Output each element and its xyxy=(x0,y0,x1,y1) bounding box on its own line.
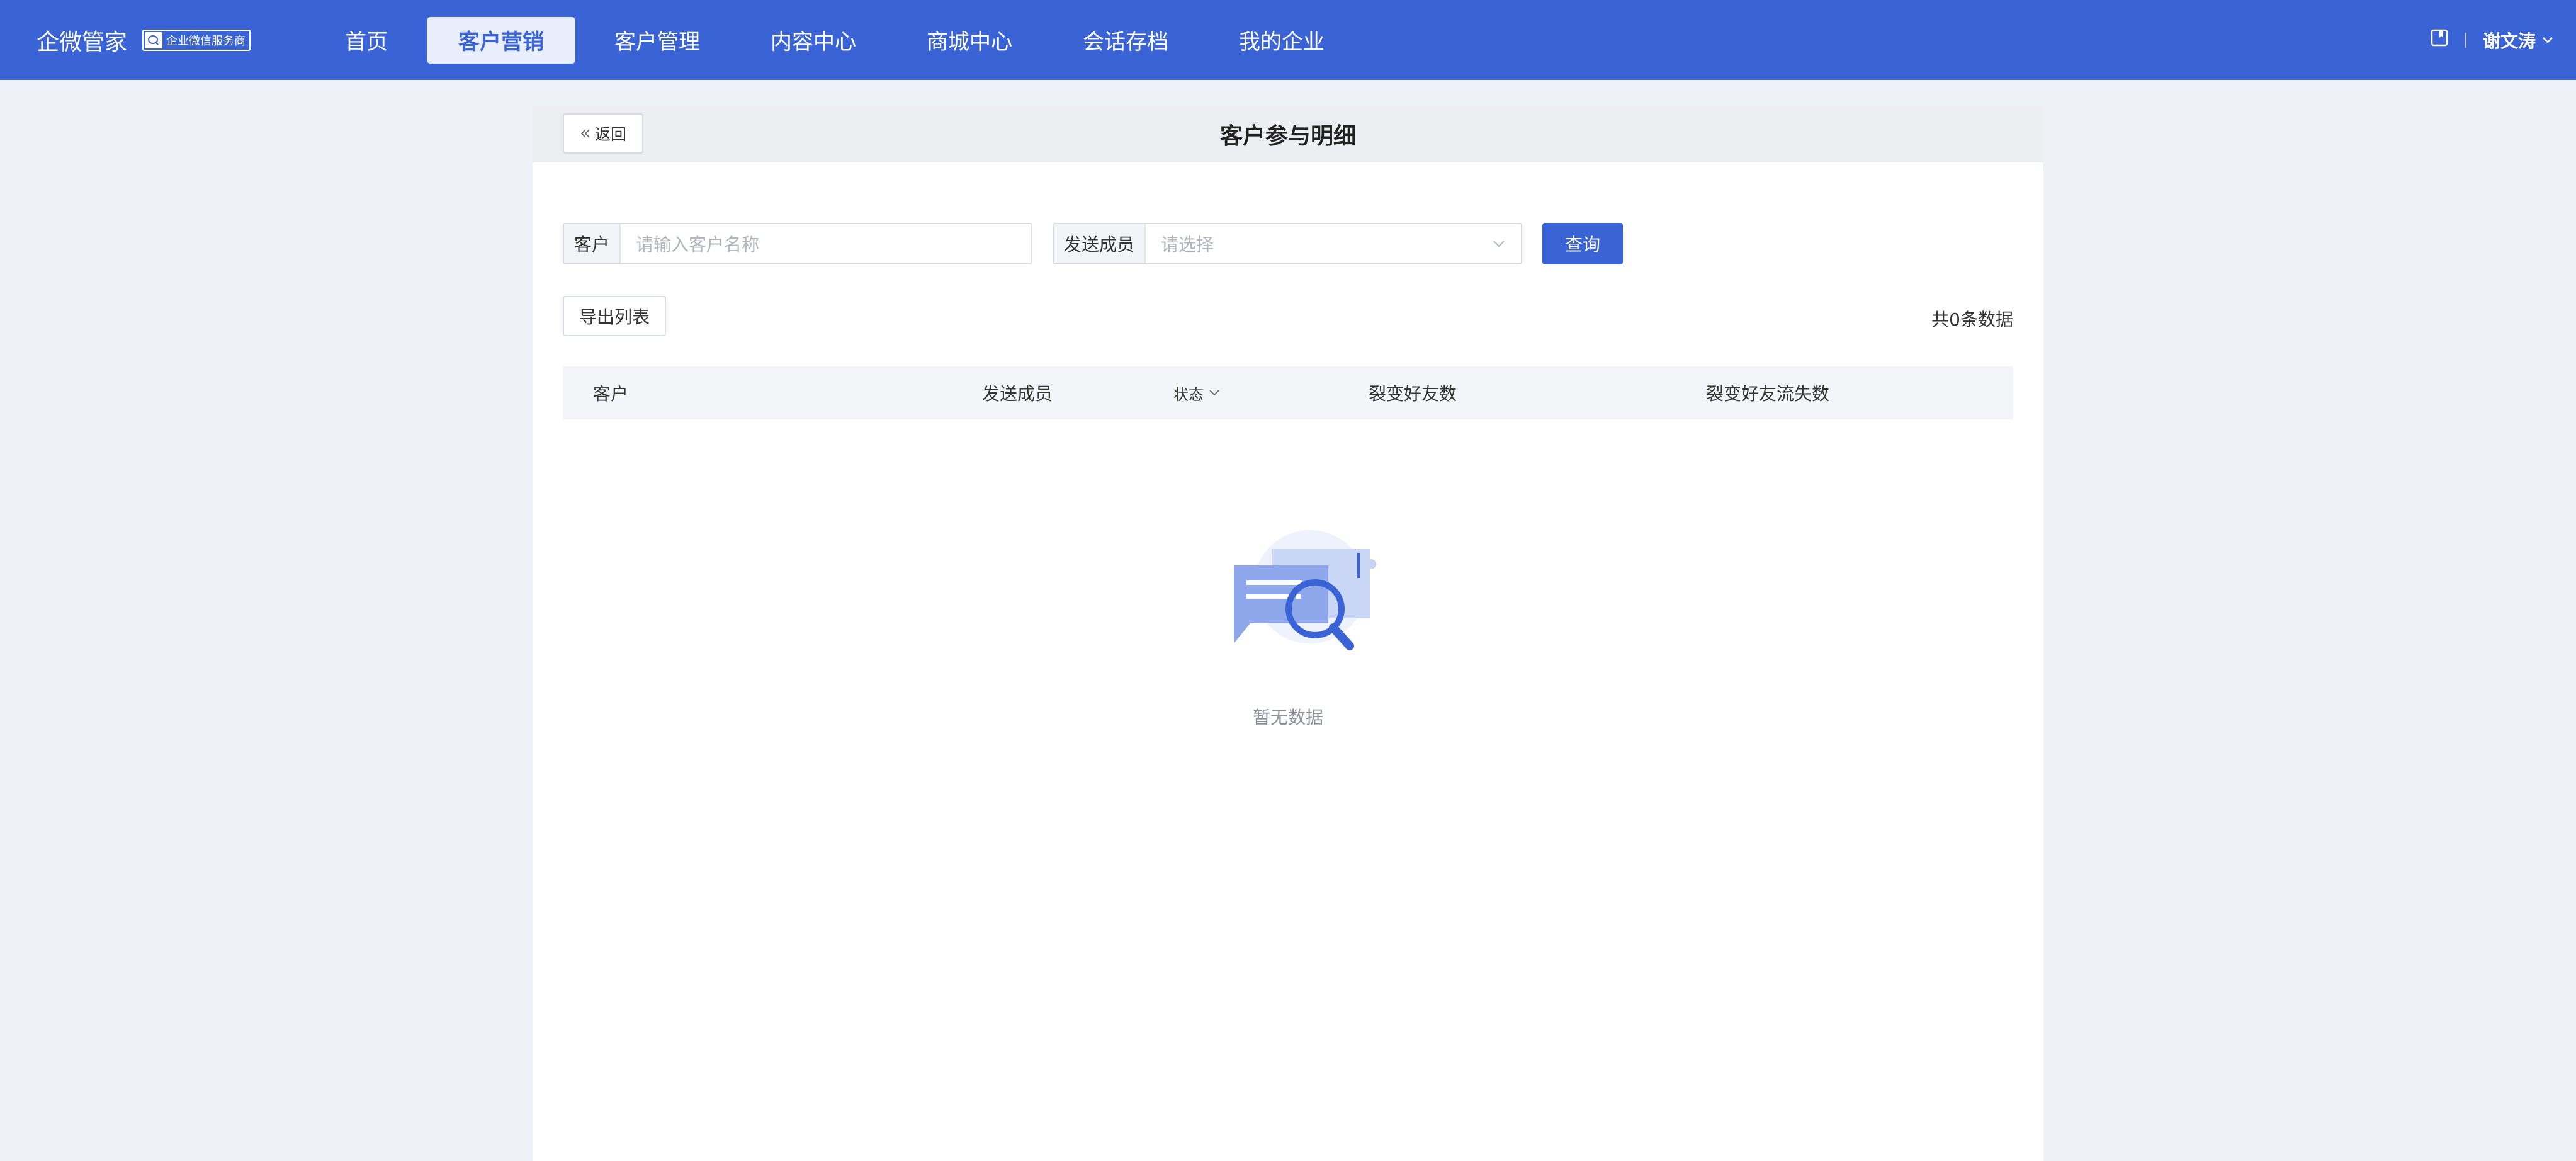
column-header-fission-friends: 裂变好友数 xyxy=(1369,383,1457,404)
column-header-status-label: 状态 xyxy=(1173,385,1204,404)
column-header-customer: 客户 xyxy=(593,383,629,404)
total-count: 共0条数据 xyxy=(1931,309,2013,330)
top-nav-bar: 企微管家 企业微信服务商 首页 客户营销 客户管理 内容中心 商城中心 会话存档… xyxy=(0,0,2576,80)
customer-search-input[interactable]: 请输入客户名称 xyxy=(621,224,1031,263)
user-name: 谢文涛 xyxy=(2482,30,2536,52)
chevron-down-icon xyxy=(1493,241,1505,247)
nav-item-my-enterprise[interactable]: 我的企业 xyxy=(1207,17,1356,64)
member-filter-label: 发送成员 xyxy=(1054,224,1146,263)
nav-item-mall-center[interactable]: 商城中心 xyxy=(895,17,1044,64)
wecom-logo-icon xyxy=(145,31,163,48)
query-button[interactable]: 查询 xyxy=(1542,223,1623,264)
chevron-down-icon xyxy=(2543,37,2553,43)
empty-state: 暂无数据 xyxy=(533,524,2043,729)
nav-item-content-center[interactable]: 内容中心 xyxy=(739,17,888,64)
nav-item-customer-marketing[interactable]: 客户营销 xyxy=(427,16,575,64)
empty-data-illustration xyxy=(1234,530,1376,650)
back-button-label: 返回 xyxy=(594,125,626,144)
member-filter: 发送成员 请选择 xyxy=(1053,223,1522,264)
export-list-button[interactable]: 导出列表 xyxy=(563,296,666,336)
empty-state-text: 暂无数据 xyxy=(1252,707,1323,728)
brand-name: 企微管家 xyxy=(37,29,128,55)
nav-item-customer-management[interactable]: 客户管理 xyxy=(583,17,732,64)
member-select-placeholder: 请选择 xyxy=(1161,234,1214,255)
brand[interactable]: 企微管家 企业微信服务商 xyxy=(37,0,251,80)
chevron-down-icon xyxy=(1209,390,1219,396)
nav-item-chat-archive[interactable]: 会话存档 xyxy=(1051,17,1200,64)
help-book-icon[interactable] xyxy=(2430,28,2449,52)
brand-badge: 企业微信服务商 xyxy=(142,29,251,51)
panel-header: 返回 客户参与明细 xyxy=(533,106,2043,162)
table-header: 客户 发送成员 状态 裂变好友数 裂变好友流失数 xyxy=(563,366,2013,419)
member-select[interactable]: 请选择 xyxy=(1146,224,1521,263)
customer-filter: 客户 请输入客户名称 xyxy=(563,223,1032,264)
brand-badge-label: 企业微信服务商 xyxy=(166,34,246,48)
user-area: 谢文涛 xyxy=(2430,0,2553,80)
filter-bar: 客户 请输入客户名称 发送成员 请选择 查询 xyxy=(563,223,1623,264)
page-title: 客户参与明细 xyxy=(1219,123,1356,149)
back-button[interactable]: 返回 xyxy=(563,113,643,154)
user-menu[interactable]: 谢文涛 xyxy=(2483,28,2553,53)
column-header-send-member: 发送成员 xyxy=(982,383,1053,404)
double-chevron-left-icon xyxy=(580,129,590,138)
column-header-status[interactable]: 状态 xyxy=(1173,366,1220,419)
main-panel: 返回 客户参与明细 客户 请输入客户名称 发送成员 请选择 查询 导出列表 共0… xyxy=(533,106,2043,1161)
main-nav: 首页 客户营销 客户管理 内容中心 商城中心 会话存档 我的企业 xyxy=(314,0,1364,80)
nav-item-home[interactable]: 首页 xyxy=(314,17,419,64)
column-header-fission-lost: 裂变好友流失数 xyxy=(1706,383,1830,404)
divider xyxy=(2465,32,2466,48)
customer-filter-label: 客户 xyxy=(564,224,621,263)
